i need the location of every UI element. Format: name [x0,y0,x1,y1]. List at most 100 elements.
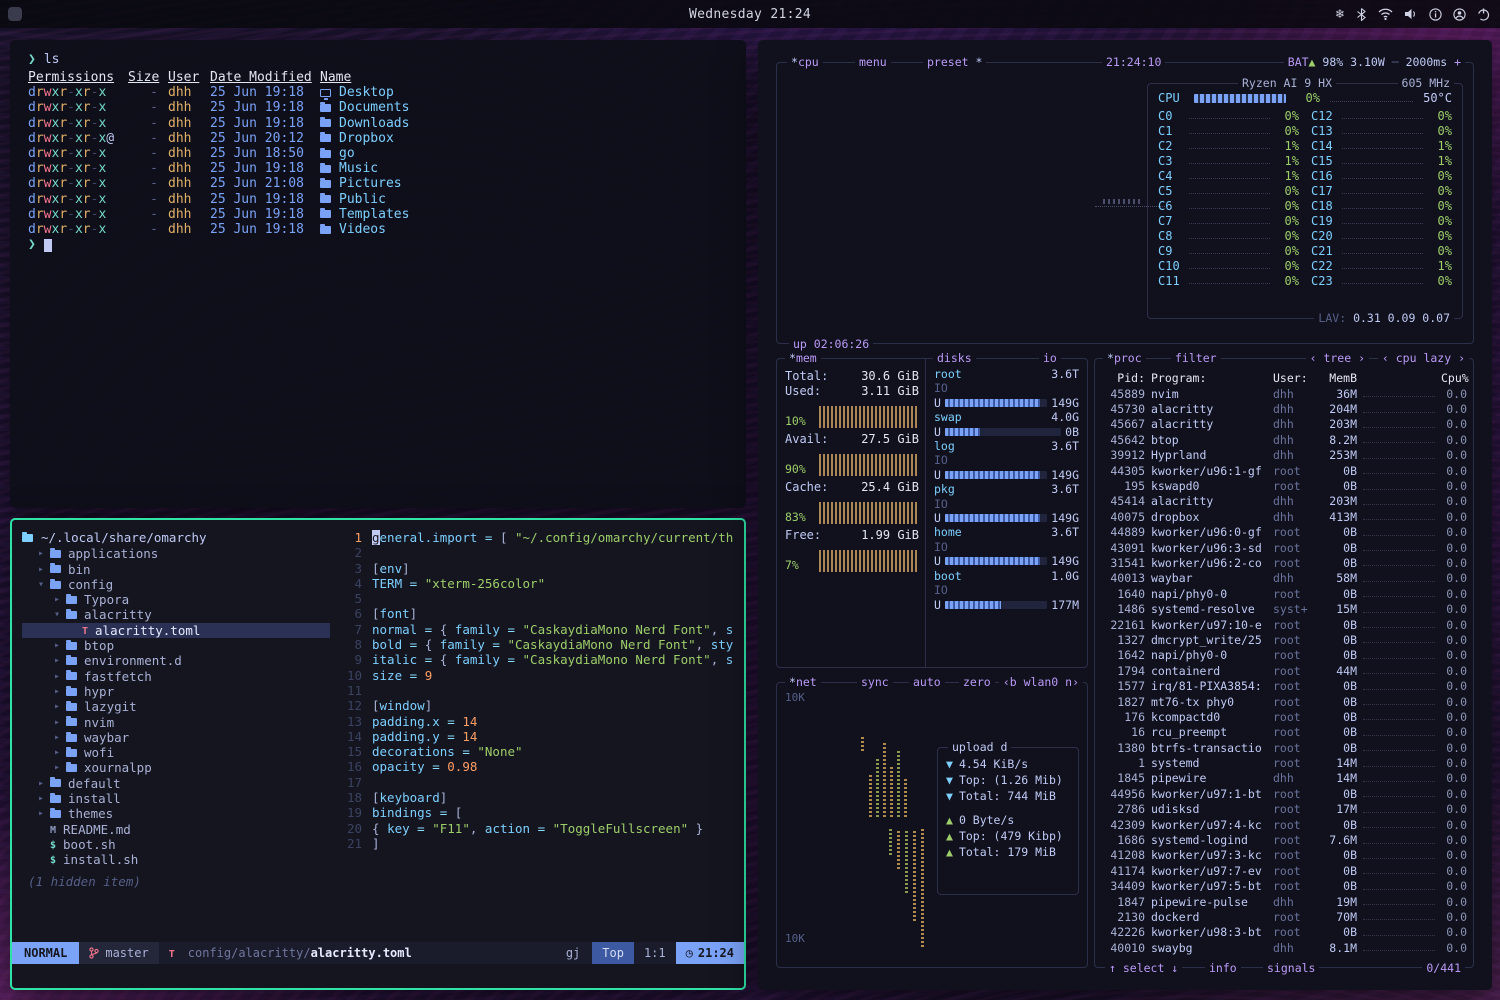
menu-icon[interactable] [8,7,22,21]
process-row[interactable]: 42226 kworker/u98:3-bt root 0B 0.0 [1101,925,1467,940]
editor-line[interactable]: 17 [332,775,744,790]
tree-item[interactable]: ▾ alacritty [22,607,332,622]
disks-toggle[interactable]: disks [933,351,976,365]
select-controls[interactable]: ↑ select ↓ [1105,961,1182,975]
process-row[interactable]: 16 rcu_preempt root 0B 0.0 [1101,725,1467,740]
editor-line[interactable]: 11 [332,683,744,698]
process-row[interactable]: 22161 kworker/u97:10-e root 0B 0.0 [1101,617,1467,632]
info-button[interactable]: info [1205,961,1241,975]
process-row[interactable]: 44889 kworker/u96:0-gf root 0B 0.0 [1101,525,1467,540]
col-mem[interactable]: MemB [1319,371,1357,385]
io-toggle[interactable]: io [1039,351,1061,365]
process-row[interactable]: 1640 napi/phy0-0 root 0B 0.0 [1101,586,1467,601]
tree-item[interactable]: ▸ nvim [22,715,332,730]
tree-item[interactable]: ▸ default [22,776,332,791]
process-row[interactable]: 45667 alacritty dhh 203M 0.0 [1101,417,1467,432]
power-icon[interactable] [1477,8,1490,21]
editor-line[interactable]: 21] [332,836,744,851]
bluetooth-icon[interactable] [1356,8,1367,21]
filter-button[interactable]: filter [1171,351,1221,365]
tree-item[interactable]: install.sh [22,852,332,867]
process-row[interactable]: 45642 btop dhh 8.2M 0.0 [1101,432,1467,447]
net-zero-toggle[interactable]: zero [959,675,995,689]
refresh-plus-button[interactable]: + [1454,55,1461,69]
process-row[interactable]: 40010 swaybg dhh 8.1M 0.0 [1101,940,1467,955]
net-auto-toggle[interactable]: auto [909,675,945,689]
process-row[interactable]: 45889 nvim dhh 36M 0.0 [1101,386,1467,401]
col-cpu[interactable]: Cpu% [1441,371,1467,385]
editor-line[interactable]: 9italic = { family = "CaskaydiaMono Nerd… [332,652,744,667]
tab-net[interactable]: *net [785,675,821,689]
tree-item[interactable]: ▸ wofi [22,745,332,760]
process-row[interactable]: 1686 systemd-logind root 7.6M 0.0 [1101,832,1467,847]
tree-item[interactable]: ▸ xournalpp [22,760,332,775]
tree-item[interactable]: ▸ waybar [22,730,332,745]
editor-line[interactable]: 15decorations = "None" [332,744,744,759]
tree-item[interactable]: ▸ themes [22,806,332,821]
editor-line[interactable]: 18[keyboard] [332,790,744,805]
col-program[interactable]: Program: [1151,371,1267,385]
tree-item[interactable]: ▸ environment.d [22,653,332,668]
tree-item[interactable]: ▸ lazygit [22,699,332,714]
editor-line[interactable]: 5 [332,591,744,606]
tab-cpu[interactable]: *cpu [787,55,823,69]
process-row[interactable]: 1642 napi/phy0-0 root 0B 0.0 [1101,648,1467,663]
tree-item[interactable]: ▸ fastfetch [22,669,332,684]
process-row[interactable]: 1380 btrfs-transactio root 0B 0.0 [1101,740,1467,755]
menu-button[interactable]: menu [855,55,891,69]
tree-item[interactable]: ▸ btop [22,638,332,653]
process-row[interactable]: 43091 kworker/u96:3-sd root 0B 0.0 [1101,540,1467,555]
snowflake-icon[interactable]: ❄ [1335,8,1345,20]
signals-button[interactable]: signals [1263,961,1319,975]
process-row[interactable]: 2130 dockerd root 70M 0.0 [1101,909,1467,924]
window-btop[interactable]: *cpu menu preset * 21:24:10 BAT▲ 98% 3.1… [758,40,1492,990]
command-line[interactable] [12,964,744,988]
editor-line[interactable]: 4TERM = "xterm-256color" [332,576,744,591]
tree-item[interactable]: ▸ install [22,791,332,806]
tree-item[interactable]: ▸ bin [22,562,332,577]
net-sync-toggle[interactable]: sync [857,675,893,689]
process-row[interactable]: 1827 mt76-tx phy0 root 0B 0.0 [1101,694,1467,709]
col-user[interactable]: User: [1273,371,1313,385]
tree-item[interactable]: ▾ config [22,577,332,592]
process-row[interactable]: 1794 containerd root 44M 0.0 [1101,663,1467,678]
process-row[interactable]: 41174 kworker/u97:7-ev root 0B 0.0 [1101,863,1467,878]
sort-selector[interactable]: ‹ cpu lazy › [1378,351,1469,365]
editor-line[interactable]: 14padding.y = 14 [332,729,744,744]
tree-root[interactable]: ~/.local/share/omarchy [22,530,332,545]
net-interface[interactable]: ‹b wlan0 n› [999,675,1083,689]
file-tree-pane[interactable]: ~/.local/share/omarchy ▸ applications ▸ … [12,520,332,942]
editor-line[interactable]: 2 [332,545,744,560]
process-row[interactable]: 1486 systemd-resolve syst+ 15M 0.0 [1101,601,1467,616]
process-row[interactable]: 2786 udisksd root 17M 0.0 [1101,802,1467,817]
tree-item[interactable]: alacritty.toml [22,623,330,638]
net-panel-title[interactable]: upload d [948,740,1011,754]
tree-item[interactable]: ▸ Typora [22,592,332,607]
user-icon[interactable] [1453,8,1466,21]
process-row[interactable]: 41208 kworker/u97:3-kc root 0B 0.0 [1101,848,1467,863]
editor-line[interactable]: 19bindings = [ [332,805,744,820]
process-row[interactable]: 45730 alacritty dhh 204M 0.0 [1101,401,1467,416]
editor-pane[interactable]: 1general.import = [ "~/.config/omarchy/c… [332,520,744,942]
process-row[interactable]: 1845 pipewire dhh 14M 0.0 [1101,771,1467,786]
window-ls-terminal[interactable]: ❯ ls Permissions Size User Date Modified… [10,40,746,508]
tree-toggle[interactable]: ‹ tree › [1306,351,1369,365]
process-row[interactable]: 1327 dmcrypt_write/25 root 0B 0.0 [1101,632,1467,647]
editor-line[interactable]: 6[font] [332,606,744,621]
process-row[interactable]: 42309 kworker/u97:4-kc root 0B 0.0 [1101,817,1467,832]
info-icon[interactable] [1429,8,1442,21]
editor-line[interactable]: 10size = 9 [332,668,744,683]
editor-line[interactable]: 3[env] [332,561,744,576]
window-neovim[interactable]: ~/.local/share/omarchy ▸ applications ▸ … [10,518,746,990]
tree-item[interactable]: README.md [22,822,332,837]
process-row[interactable]: 39912 Hyprland dhh 253M 0.0 [1101,448,1467,463]
refresh-minus-button[interactable]: ─ [1392,55,1399,69]
editor-line[interactable]: 12[window] [332,698,744,713]
wifi-icon[interactable] [1378,8,1393,20]
process-row[interactable]: 45414 alacritty dhh 203M 0.0 [1101,494,1467,509]
process-row[interactable]: 31541 kworker/u96:2-co root 0B 0.0 [1101,555,1467,570]
editor-line[interactable]: 16opacity = 0.98 [332,759,744,774]
editor-line[interactable]: 13padding.x = 14 [332,714,744,729]
process-row[interactable]: 44956 kworker/u97:1-bt root 0B 0.0 [1101,786,1467,801]
tree-item[interactable]: ▸ hypr [22,684,332,699]
